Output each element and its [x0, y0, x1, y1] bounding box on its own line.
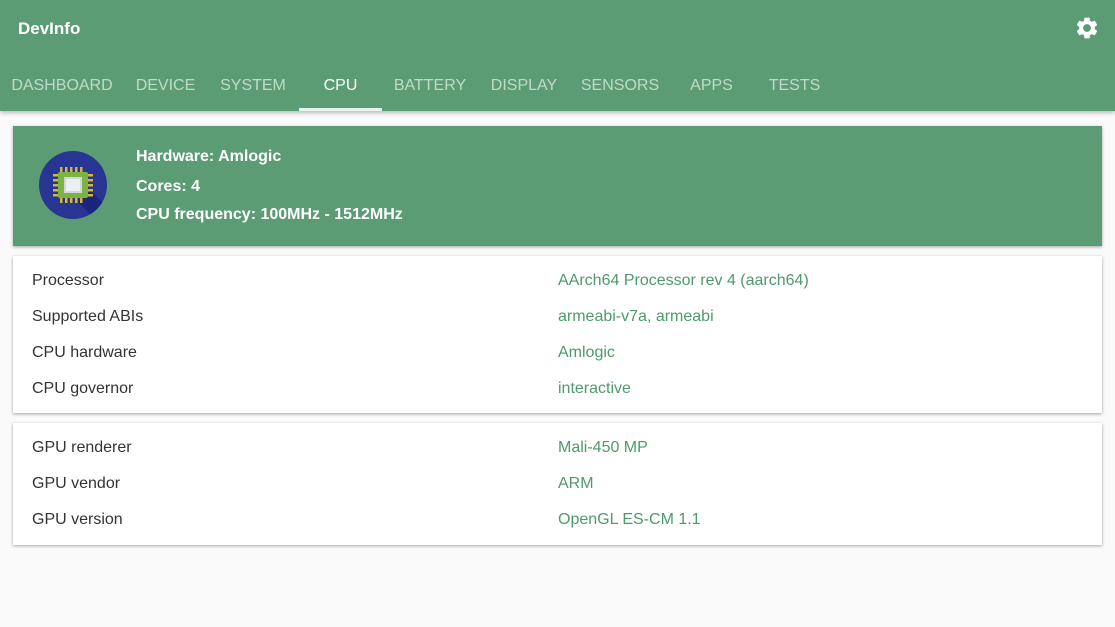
row-label: Processor — [32, 272, 105, 289]
app-bar: DevInfo DASHBOARD DEVICE SYSTEM CPU BATT… — [0, 0, 1115, 111]
row-label: CPU hardware — [32, 344, 137, 361]
info-row-cpu-governor: CPU governor interactive — [13, 371, 1102, 407]
tab-apps[interactable]: APPS — [670, 60, 753, 111]
tab-display[interactable]: DISPLAY — [478, 60, 570, 111]
tab-bar: DASHBOARD DEVICE SYSTEM CPU BATTERY DISP… — [0, 60, 1115, 111]
info-row-cpu-hardware: CPU hardware Amlogic — [13, 335, 1102, 371]
tab-tests[interactable]: TESTS — [753, 60, 836, 111]
tab-battery[interactable]: BATTERY — [382, 60, 478, 111]
cpu-info-card: Processor AArch64 Processor rev 4 (aarch… — [13, 256, 1102, 413]
row-value: OpenGL ES-CM 1.1 — [558, 511, 701, 528]
active-tab-indicator — [299, 108, 382, 111]
gpu-info-card: GPU renderer Mali-450 MP GPU vendor ARM … — [13, 423, 1102, 545]
app-title: DevInfo — [18, 19, 81, 38]
cpu-chip-icon — [39, 151, 107, 219]
row-value: Mali-450 MP — [558, 439, 648, 456]
row-value: Amlogic — [558, 344, 615, 361]
row-value: armeabi-v7a, armeabi — [558, 308, 714, 325]
tab-sensors[interactable]: SENSORS — [570, 60, 670, 111]
info-row-gpu-renderer: GPU renderer Mali-450 MP — [13, 430, 1102, 466]
row-label: GPU version — [32, 511, 123, 528]
info-row-gpu-version: GPU version OpenGL ES-CM 1.1 — [13, 502, 1102, 538]
settings-button[interactable] — [1071, 12, 1103, 44]
row-value: AArch64 Processor rev 4 (aarch64) — [558, 272, 809, 289]
info-row-gpu-vendor: GPU vendor ARM — [13, 466, 1102, 502]
cores-summary: Cores: 4 — [136, 178, 201, 195]
info-row-supported-abis: Supported ABIs armeabi-v7a, armeabi — [13, 299, 1102, 335]
row-value: ARM — [558, 475, 594, 492]
tab-device[interactable]: DEVICE — [124, 60, 207, 111]
tab-system[interactable]: SYSTEM — [207, 60, 299, 111]
gear-icon — [1076, 17, 1098, 39]
row-label: CPU governor — [32, 380, 134, 397]
row-label: Supported ABIs — [32, 308, 144, 325]
tab-cpu[interactable]: CPU — [299, 60, 382, 111]
row-value: interactive — [558, 380, 631, 397]
row-label: GPU vendor — [32, 475, 121, 492]
info-row-processor: Processor AArch64 Processor rev 4 (aarch… — [13, 263, 1102, 299]
cpu-summary-card: Hardware: Amlogic Cores: 4 CPU frequency… — [13, 126, 1102, 246]
frequency-summary: CPU frequency: 100MHz - 1512MHz — [136, 206, 403, 223]
tab-dashboard[interactable]: DASHBOARD — [0, 60, 124, 111]
row-label: GPU renderer — [32, 439, 132, 456]
hardware-summary: Hardware: Amlogic — [136, 148, 282, 165]
